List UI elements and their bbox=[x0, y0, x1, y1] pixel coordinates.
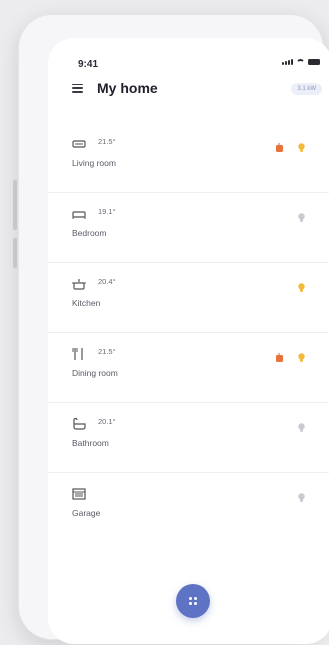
room-name: Garage bbox=[72, 508, 101, 518]
signal-icon bbox=[282, 59, 293, 65]
room-name: Kitchen bbox=[72, 298, 101, 308]
status-icons bbox=[282, 59, 320, 65]
header: My home bbox=[72, 80, 158, 96]
battery-icon bbox=[308, 59, 320, 65]
bulb-toggle-bulb-icon[interactable] bbox=[294, 420, 308, 434]
room-temperature: 20.1° bbox=[98, 417, 116, 426]
menu-icon[interactable] bbox=[72, 83, 83, 93]
power-badge: 3.1 kW bbox=[291, 83, 322, 95]
room-name: Bathroom bbox=[72, 438, 109, 448]
garage-icon bbox=[72, 487, 86, 500]
room-row[interactable]: 20.4° Kitchen bbox=[48, 262, 329, 333]
status-time: 9:41 bbox=[78, 59, 99, 70]
bulb-toggle-bulb-icon[interactable] bbox=[294, 490, 308, 504]
fork-knife-icon bbox=[72, 347, 86, 360]
phone-side-button bbox=[13, 180, 17, 230]
fab-button[interactable] bbox=[176, 584, 210, 618]
pot-icon bbox=[72, 277, 86, 290]
room-name: Dining room bbox=[72, 368, 118, 378]
room-name: Bedroom bbox=[72, 228, 107, 238]
room-temperature: 20.4° bbox=[98, 277, 116, 286]
room-name: Living room bbox=[72, 158, 116, 168]
heater-toggle-heater-icon[interactable] bbox=[272, 350, 286, 364]
room-row[interactable]: 20.1° Bathroom bbox=[48, 402, 329, 473]
bathtub-icon bbox=[72, 417, 86, 430]
bulb-toggle-bulb-icon[interactable] bbox=[294, 140, 308, 154]
bulb-toggle-bulb-icon[interactable] bbox=[294, 210, 308, 224]
bed-icon bbox=[72, 207, 86, 219]
app-screen: 9:41 My home 3.1 kW 21.5° Living room 19.1… bbox=[48, 38, 329, 644]
sofa-icon bbox=[72, 137, 86, 149]
room-temperature: 19.1° bbox=[98, 207, 116, 216]
room-temperature: 21.5° bbox=[98, 347, 116, 356]
room-row[interactable]: 19.1° Bedroom bbox=[48, 192, 329, 263]
phone-side-button bbox=[13, 238, 17, 268]
grid-dots-icon bbox=[189, 597, 197, 605]
room-row[interactable]: 21.5° Living room bbox=[48, 122, 329, 193]
page-title: My home bbox=[97, 80, 158, 96]
room-row[interactable]: Garage bbox=[48, 472, 329, 542]
room-row[interactable]: 21.5° Dining room bbox=[48, 332, 329, 403]
room-temperature: 21.5° bbox=[98, 137, 116, 146]
heater-toggle-heater-icon[interactable] bbox=[272, 140, 286, 154]
bulb-toggle-bulb-icon[interactable] bbox=[294, 350, 308, 364]
phone-frame: 9:41 My home 3.1 kW 21.5° Living room 19.1… bbox=[18, 14, 329, 644]
wifi-icon bbox=[296, 59, 305, 65]
bulb-toggle-bulb-icon[interactable] bbox=[294, 280, 308, 294]
